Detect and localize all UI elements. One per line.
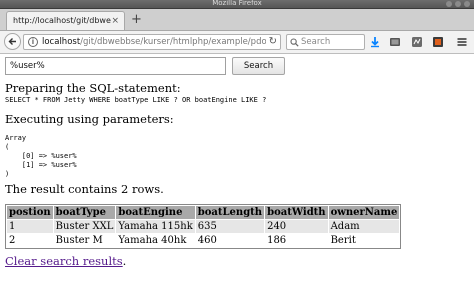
table-header-row: postion boatType boatEngine boatLength b… (7, 206, 400, 219)
new-tab-button[interactable]: + (131, 12, 142, 27)
close-window-button[interactable] (464, 1, 470, 7)
clear-results-paragraph: Clear search results. (5, 254, 126, 268)
table-cell: Yamaha 115hk (116, 220, 195, 233)
hamburger-menu-icon[interactable] (456, 36, 468, 48)
tab-strip: http://localhost/git/dbwebbse/kurser/htm… (0, 9, 474, 31)
url-path: /git/dbwebbse/kurser/htmlphp/example/pdo… (80, 37, 266, 47)
results-table: postion boatType boatEngine boatLength b… (5, 204, 402, 249)
column-header: boatLength (195, 206, 265, 219)
table-cell: 2 (7, 234, 53, 247)
magnifier-icon (290, 38, 299, 47)
extension-icon[interactable] (411, 36, 423, 48)
addon-icon[interactable] (432, 36, 444, 48)
maximize-button[interactable] (455, 1, 461, 7)
search-bar[interactable]: Search (286, 34, 365, 50)
column-header: ownerName (328, 206, 400, 219)
column-header: postion (7, 206, 53, 219)
sql-statement: SELECT * FROM Jetty WHERE boatType LIKE … (5, 96, 267, 104)
window-controls (446, 1, 470, 7)
url-host: localhost (42, 37, 81, 47)
tab-close-icon[interactable]: × (111, 15, 119, 27)
execute-heading: Executing using parameters: (5, 112, 174, 126)
table-cell: 240 (265, 220, 328, 233)
table-cell: Berit (328, 234, 400, 247)
table-cell: Buster XXL (53, 220, 116, 233)
tab-title: http://localhost/git/dbwebbse/kurser/htm… (13, 16, 111, 25)
minimize-button[interactable] (446, 1, 452, 7)
window-titlebar: Mozilla Firefox (0, 0, 474, 9)
table-cell: 635 (195, 220, 265, 233)
search-button[interactable]: Search (232, 57, 285, 75)
column-header: boatEngine (116, 206, 195, 219)
screenshot-icon[interactable] (389, 36, 401, 48)
search-placeholder: Search (301, 37, 331, 47)
table-cell: Yamaha 40hk (116, 234, 195, 247)
reload-icon[interactable]: ↻ (269, 36, 277, 48)
url-bar[interactable]: i localhost/git/dbwebbse/kurser/htmlphp/… (23, 34, 281, 50)
arrow-left-icon (8, 38, 16, 45)
table-cell: 186 (265, 234, 328, 247)
table-row: 1 Buster XXL Yamaha 115hk 635 240 Adam (7, 220, 400, 233)
column-header: boatType (53, 206, 116, 219)
table-cell: 1 (7, 220, 53, 233)
navigation-bar: i localhost/git/dbwebbse/kurser/htmlphp/… (0, 31, 474, 54)
query-input[interactable]: %user% (5, 57, 226, 75)
info-icon[interactable]: i (28, 37, 38, 47)
column-header: boatWidth (265, 206, 328, 219)
window-title: Mozilla Firefox (212, 0, 262, 7)
table-cell: Buster M (53, 234, 116, 247)
clear-results-link[interactable]: Clear search results (5, 254, 123, 268)
back-button[interactable] (4, 33, 21, 50)
prepare-heading: Preparing the SQL-statement: (5, 81, 181, 95)
url-text: localhost/git/dbwebbse/kurser/htmlphp/ex… (42, 35, 266, 49)
result-count: The result contains 2 rows. (5, 182, 164, 196)
clear-link-suffix: . (122, 254, 127, 268)
table-cell: Adam (328, 220, 400, 233)
params-dump: Array ( [0] => %user% [1] => %user% ) (5, 134, 77, 178)
table-cell: 460 (195, 234, 265, 247)
download-arrow-icon[interactable] (369, 36, 381, 48)
tab-active[interactable]: http://localhost/git/dbwebbse/kurser/htm… (6, 11, 125, 30)
table-row: 2 Buster M Yamaha 40hk 460 186 Berit (7, 234, 400, 247)
